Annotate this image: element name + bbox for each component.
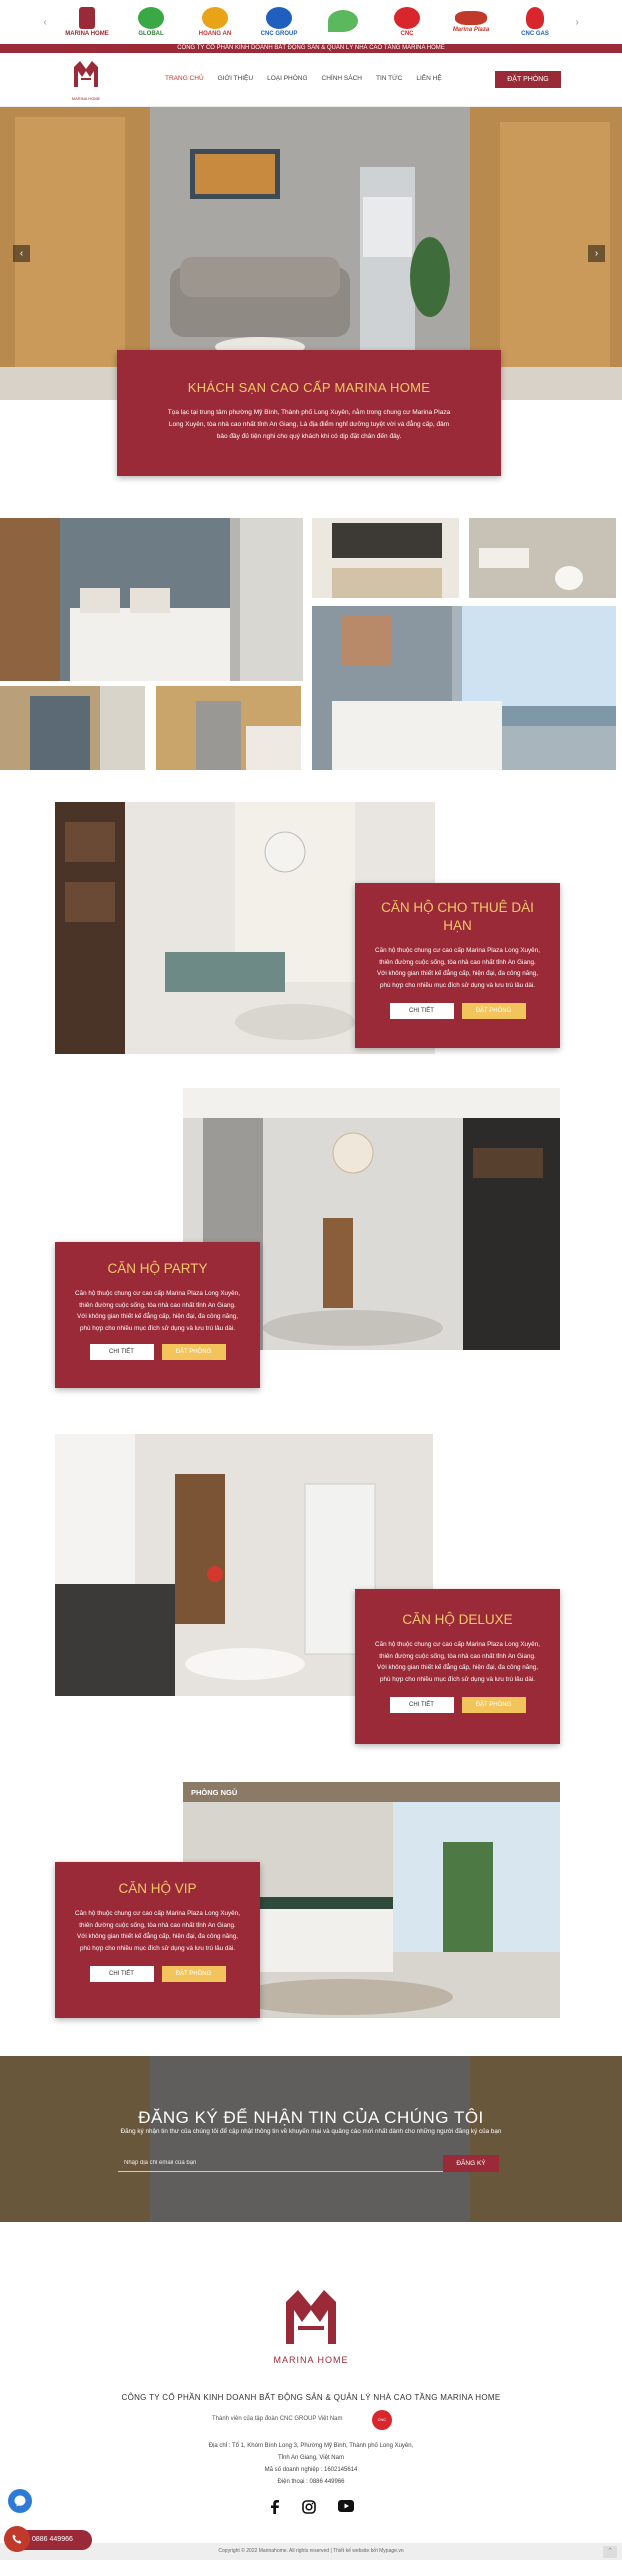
- facebook-icon[interactable]: [270, 2500, 280, 2517]
- messenger-chat-icon[interactable]: [8, 2489, 32, 2513]
- apartment-description: Căn hộ thuộc chung cư cao cấp Marina Pla…: [75, 1290, 240, 1332]
- partner-logo-cnc-group[interactable]: CNC GROUP: [251, 3, 307, 41]
- nav-home[interactable]: TRANG CHỦ: [165, 75, 204, 82]
- nav-news[interactable]: TIN TỨC: [376, 75, 402, 82]
- partner-logo-cnc[interactable]: CNC: [379, 3, 435, 41]
- partner-logo-hoang-an[interactable]: HOANG AN: [187, 3, 243, 41]
- nav-contact[interactable]: LIÊN HỆ: [416, 75, 441, 82]
- footer-address-line-2: Tỉnh An Giang, Việt Nam: [278, 2455, 344, 2461]
- book-button[interactable]: ĐẶT PHÒNG: [161, 1966, 226, 1982]
- detail-button[interactable]: CHI TIẾT: [389, 1697, 454, 1713]
- detail-button[interactable]: CHI TIẾT: [89, 1966, 154, 1982]
- partner-logo-cnc-gas[interactable]: CNC GAS: [507, 3, 563, 41]
- gallery-photo-2[interactable]: [0, 686, 145, 770]
- gallery-photo-bedroom-view[interactable]: [312, 606, 616, 770]
- gallery-photo-bedroom-1[interactable]: [0, 518, 303, 681]
- book-button[interactable]: ĐẶT PHÒNG: [161, 1344, 226, 1360]
- party-apartment-card: CĂN HỘ PARTY Căn hộ thuộc chung cư cao c…: [55, 1242, 260, 1388]
- partners-prev-arrow[interactable]: ‹: [39, 17, 51, 28]
- partner-logo-marina[interactable]: MARINA HOME: [59, 3, 115, 41]
- partner-logo-bar: ‹ MARINA HOME GLOBAL HOANG AN CNC GROUP …: [0, 0, 622, 44]
- detail-button[interactable]: CHI TIẾT: [389, 1003, 454, 1019]
- site-logo[interactable]: MARINA HOME: [66, 59, 106, 103]
- cnc-group-logo[interactable]: CNC: [372, 2410, 392, 2430]
- partner-logo-marina-plaza[interactable]: Marina Plaza: [443, 3, 499, 41]
- apartment-title: CĂN HỘ DELUXE: [402, 1612, 513, 1627]
- newsletter-background-photo: [0, 2056, 622, 2222]
- apartment-title: CĂN HỘ PARTY: [107, 1261, 208, 1276]
- footer-member-text: Thành viên của tập đoàn CNC GROUP Việt N…: [212, 2416, 343, 2422]
- partner-logo-global[interactable]: GLOBAL: [123, 3, 179, 41]
- gallery-photo-bathroom[interactable]: [469, 518, 616, 598]
- partners-next-arrow[interactable]: ›: [571, 17, 583, 28]
- brand-name: MARINA HOME: [71, 96, 101, 101]
- bedroom-view-photo: [312, 606, 616, 770]
- main-nav: TRANG CHỦ GIỚI THIỆU LOẠI PHÒNG CHÍNH SÁ…: [165, 75, 442, 82]
- room-photo: [0, 686, 145, 770]
- hero-next-arrow[interactable]: ›: [588, 245, 605, 262]
- deluxe-apartment-card: CĂN HỘ DELUXE Căn hộ thuộc chung cư cao …: [355, 1589, 560, 1744]
- book-button[interactable]: ĐẶT PHÒNG: [461, 1697, 526, 1713]
- marina-logo-icon: [74, 61, 98, 87]
- apartment-description: Căn hộ thuộc chung cư cao cấp Marina Pla…: [375, 1641, 540, 1683]
- youtube-icon[interactable]: [338, 2500, 354, 2517]
- long-term-apartment-card: CĂN HỘ CHO THUÊ DÀI HẠN Căn hộ thuộc chu…: [355, 883, 560, 1048]
- instagram-icon[interactable]: [302, 2500, 316, 2517]
- newsletter-email-input[interactable]: [118, 2155, 443, 2172]
- bedroom-photo: [0, 518, 303, 681]
- newsletter-subtitle: Đăng ký nhận tin thư của chúng tôi để cậ…: [120, 2128, 502, 2135]
- marina-logo-icon: [286, 2290, 336, 2344]
- hero-title: KHÁCH SẠN CAO CẤP MARINA HOME: [187, 380, 431, 395]
- hero-intro-card: KHÁCH SẠN CAO CẤP MARINA HOME Tọa lạc tạ…: [117, 350, 501, 476]
- scroll-to-top-button[interactable]: ⌃: [603, 2546, 617, 2558]
- bathroom-photo: [469, 518, 616, 598]
- footer-phone: Điện thoại : 0886 449966: [277, 2479, 345, 2485]
- footer-address-line-1: Địa chỉ : Tổ 1, Khóm Bình Long 3, Phường…: [208, 2443, 414, 2449]
- nav-about[interactable]: GIỚI THIỆU: [218, 75, 253, 82]
- phone-icon[interactable]: [4, 2526, 30, 2552]
- room-photo: [156, 686, 301, 770]
- footer-company-name: CÔNG TY CỔ PHẦN KINH DOANH BẤT ĐỘNG SẢN …: [121, 2393, 501, 2402]
- apartment-description: Căn hộ thuộc chung cư cao cấp Marina Pla…: [375, 947, 540, 989]
- nav-room-types[interactable]: LOẠI PHÒNG: [267, 75, 307, 82]
- detail-button[interactable]: CHI TIẾT: [89, 1344, 154, 1360]
- apartment-title: CĂN HỘ CHO THUÊ DÀI HẠN: [381, 900, 534, 933]
- footer-logo[interactable]: MARINA HOME: [271, 2286, 351, 2366]
- site-header: MARINA HOME TRANG CHỦ GIỚI THIỆU LOẠI PH…: [0, 53, 622, 107]
- partner-logo-leaf[interactable]: [315, 3, 371, 41]
- apartment-title: CĂN HỘ VIP: [118, 1881, 197, 1896]
- gallery-photo-4[interactable]: [312, 518, 459, 598]
- hero-description: Tọa lạc tại trung tâm phường Mỹ Bình, Th…: [167, 409, 451, 440]
- book-button[interactable]: ĐẶT PHÒNG: [461, 1003, 526, 1019]
- copyright-bar: Copyright © 2022 Marinahome. All rights …: [0, 2543, 622, 2560]
- footer-brand-name: MARINA HOME: [273, 2355, 349, 2365]
- company-strip: CÔNG TY CỔ PHẦN KINH DOANH BẤT ĐỘNG SẢN …: [0, 44, 622, 53]
- social-links: [270, 2500, 354, 2517]
- gallery-photo-3[interactable]: [156, 686, 301, 770]
- newsletter-subscribe-button[interactable]: ĐĂNG KÝ: [443, 2155, 499, 2172]
- newsletter-section: [0, 2056, 622, 2222]
- apartment-description: Căn hộ thuộc chung cư cao cấp Marina Pla…: [75, 1910, 240, 1952]
- nav-policy[interactable]: CHÍNH SÁCH: [322, 75, 362, 82]
- header-book-button[interactable]: ĐẶT PHÒNG: [495, 71, 561, 88]
- hero-prev-arrow[interactable]: ‹: [13, 245, 30, 262]
- newsletter-title: ĐĂNG KÝ ĐỂ NHẬN TIN CỦA CHÚNG TÔI: [138, 2108, 484, 2127]
- photo-label: PHÒNG NGỦ: [191, 1788, 238, 1797]
- footer-tax-code: Mã số doanh nghiệp : 1602145614: [264, 2467, 358, 2473]
- vip-apartment-card: CĂN HỘ VIP Căn hộ thuộc chung cư cao cấp…: [55, 1862, 260, 2018]
- room-photo: [312, 518, 459, 598]
